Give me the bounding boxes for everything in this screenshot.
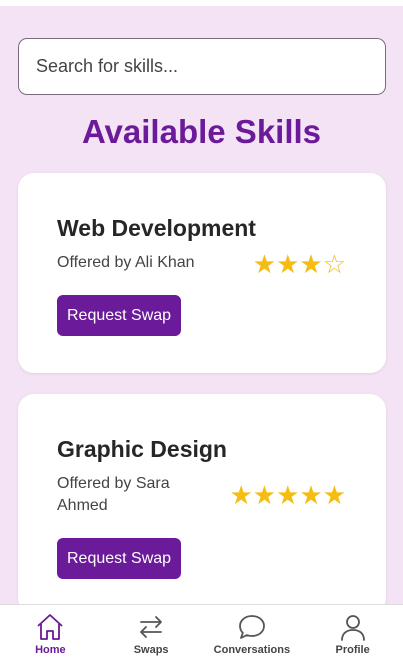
offered-by-text: Offered by Sara Ahmed bbox=[57, 475, 170, 514]
nav-item-swaps[interactable]: Swaps bbox=[101, 605, 201, 667]
skill-title: Web Development bbox=[57, 215, 256, 241]
skill-title: Graphic Design bbox=[57, 436, 227, 462]
user-icon bbox=[338, 613, 368, 641]
nav-label-conversations: Conversations bbox=[213, 644, 291, 656]
search-bar[interactable] bbox=[18, 38, 386, 95]
search-input[interactable] bbox=[34, 55, 370, 78]
chat-bubble-icon bbox=[237, 613, 267, 641]
swap-arrows-icon bbox=[136, 613, 166, 641]
request-swap-button[interactable]: Request Swap bbox=[57, 538, 182, 579]
nav-item-conversations[interactable]: Conversations bbox=[202, 605, 302, 667]
nav-label-profile: Profile bbox=[335, 644, 370, 656]
nav-item-profile[interactable]: Profile bbox=[303, 605, 403, 667]
nav-label-home: Home bbox=[35, 644, 66, 656]
home-icon bbox=[35, 613, 65, 641]
skill-card: Web Development Offered by Ali Khan ★★★☆… bbox=[18, 173, 386, 373]
nav-label-swaps: Swaps bbox=[133, 644, 169, 656]
star-rating: ★★★☆ bbox=[252, 249, 346, 279]
page-title: Available Skills bbox=[81, 113, 322, 150]
nav-item-home[interactable]: Home bbox=[0, 605, 100, 667]
top-strip bbox=[0, 0, 403, 6]
request-swap-button[interactable]: Request Swap bbox=[57, 295, 182, 336]
offered-by-text: Offered by Ali Khan bbox=[57, 254, 195, 271]
skill-card: Graphic Design Offered by Sara Ahmed ★★★… bbox=[18, 394, 386, 614]
star-rating: ★★★★★ bbox=[229, 480, 346, 510]
bottom-nav: Home Swaps Conversations Profile bbox=[0, 604, 403, 667]
